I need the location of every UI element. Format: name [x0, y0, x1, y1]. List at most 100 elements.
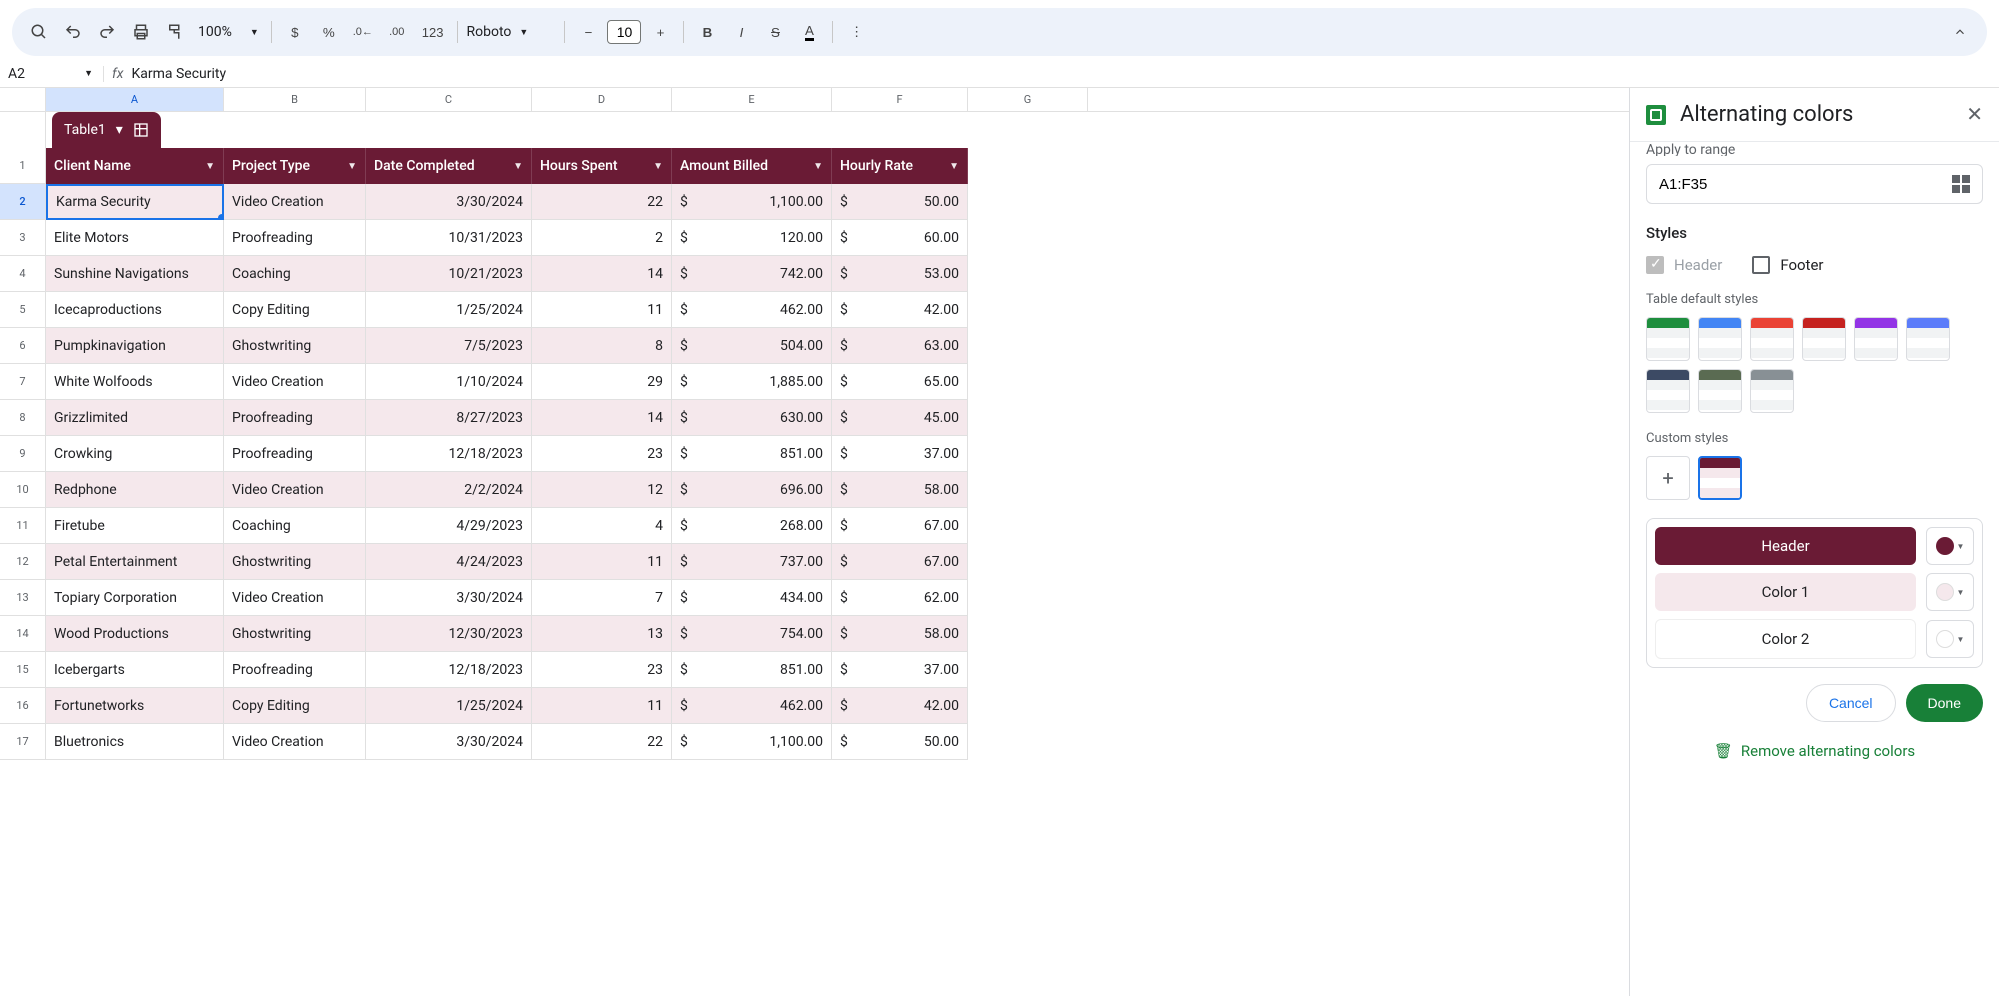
row-number[interactable]: 5	[0, 292, 46, 328]
cell[interactable]: $62.00	[832, 580, 968, 616]
custom-style-swatch[interactable]	[1698, 456, 1742, 500]
style-swatch[interactable]	[1854, 317, 1898, 361]
decrease-decimal-icon[interactable]: .0←	[348, 17, 378, 47]
cell[interactable]: Proofreading	[224, 400, 366, 436]
header-cell[interactable]: Date Completed▼	[366, 148, 532, 184]
cancel-button[interactable]: Cancel	[1806, 684, 1896, 722]
style-swatch[interactable]	[1698, 369, 1742, 413]
style-swatch[interactable]	[1646, 369, 1690, 413]
style-swatch[interactable]	[1802, 317, 1846, 361]
cell[interactable]: $742.00	[672, 256, 832, 292]
header-cell[interactable]: Amount Billed▼	[672, 148, 832, 184]
row-number[interactable]: 9	[0, 436, 46, 472]
cell[interactable]: $504.00	[672, 328, 832, 364]
range-input[interactable]	[1659, 176, 1952, 193]
cell[interactable]: $53.00	[832, 256, 968, 292]
cell[interactable]: $851.00	[672, 436, 832, 472]
cell[interactable]: 4	[532, 508, 672, 544]
cell[interactable]: 3/30/2024	[366, 724, 532, 760]
collapse-toolbar-icon[interactable]	[1945, 17, 1975, 47]
row-number[interactable]: 8	[0, 400, 46, 436]
cell[interactable]: 23	[532, 436, 672, 472]
row-number[interactable]: 4	[0, 256, 46, 292]
cell[interactable]: $67.00	[832, 544, 968, 580]
cell[interactable]: $462.00	[672, 292, 832, 328]
footer-checkbox[interactable]: Footer	[1752, 256, 1823, 274]
cell[interactable]: $58.00	[832, 616, 968, 652]
cell[interactable]: 3/30/2024	[366, 580, 532, 616]
zoom-select[interactable]: 100%▼	[194, 24, 263, 40]
font-size-input[interactable]	[607, 20, 641, 44]
cell[interactable]: $462.00	[672, 688, 832, 724]
row-number[interactable]: 16	[0, 688, 46, 724]
cell[interactable]: 10/31/2023	[366, 220, 532, 256]
cell[interactable]: 1/10/2024	[366, 364, 532, 400]
cell[interactable]: 7	[532, 580, 672, 616]
add-style-button[interactable]: +	[1646, 456, 1690, 500]
cell[interactable]: 13	[532, 616, 672, 652]
style-swatch[interactable]	[1906, 317, 1950, 361]
cell[interactable]: $45.00	[832, 400, 968, 436]
style-swatch[interactable]	[1646, 317, 1690, 361]
cell[interactable]: 22	[532, 184, 672, 220]
cell[interactable]: 14	[532, 400, 672, 436]
cell[interactable]: 8	[532, 328, 672, 364]
search-icon[interactable]	[24, 17, 54, 47]
cell[interactable]: 8/27/2023	[366, 400, 532, 436]
cell[interactable]: $50.00	[832, 724, 968, 760]
cell[interactable]: $754.00	[672, 616, 832, 652]
more-icon[interactable]: ⋮	[841, 17, 871, 47]
col-header-g[interactable]: G	[968, 88, 1088, 111]
header-checkbox[interactable]: Header	[1646, 256, 1722, 274]
font-select[interactable]: Roboto▼	[466, 24, 556, 40]
cell[interactable]: Wood Productions	[46, 616, 224, 652]
cell[interactable]: $851.00	[672, 652, 832, 688]
cell[interactable]: Icebergarts	[46, 652, 224, 688]
cell[interactable]: 12/18/2023	[366, 436, 532, 472]
cell[interactable]: 11	[532, 688, 672, 724]
style-swatch[interactable]	[1750, 369, 1794, 413]
cell[interactable]: 1/25/2024	[366, 688, 532, 724]
cell[interactable]: 4/29/2023	[366, 508, 532, 544]
cell[interactable]: $63.00	[832, 328, 968, 364]
currency-icon[interactable]: $	[280, 17, 310, 47]
table-chip[interactable]: Table1 ▾	[52, 112, 161, 148]
print-icon[interactable]	[126, 17, 156, 47]
cell[interactable]: 12/18/2023	[366, 652, 532, 688]
cell[interactable]: $42.00	[832, 688, 968, 724]
chevron-down-icon[interactable]: ▼	[347, 161, 357, 172]
redo-icon[interactable]	[92, 17, 122, 47]
text-color-icon[interactable]: A	[794, 17, 824, 47]
chevron-down-icon[interactable]: ▼	[513, 161, 523, 172]
cell[interactable]: Fortunetworks	[46, 688, 224, 724]
name-box[interactable]: A2▼	[8, 66, 104, 82]
cell[interactable]: Redphone	[46, 472, 224, 508]
corner-cell[interactable]	[0, 88, 46, 111]
chevron-down-icon[interactable]: ▼	[949, 161, 959, 172]
increase-decimal-icon[interactable]: .00	[382, 17, 412, 47]
header-cell[interactable]: Client Name▼	[46, 148, 224, 184]
cell[interactable]: 3/30/2024	[366, 184, 532, 220]
cell[interactable]: Bluetronics	[46, 724, 224, 760]
color1-picker[interactable]: ▼	[1926, 573, 1974, 611]
cell[interactable]: Karma Security	[46, 184, 224, 220]
cell[interactable]: $37.00	[832, 436, 968, 472]
spreadsheet-grid[interactable]: A B C D E F G Table1 ▾ 1 Client Name▼ Pr…	[0, 88, 1629, 996]
cell[interactable]: 2/2/2024	[366, 472, 532, 508]
italic-icon[interactable]: I	[726, 17, 756, 47]
cell[interactable]: 14	[532, 256, 672, 292]
cell[interactable]: 7/5/2023	[366, 328, 532, 364]
style-swatch[interactable]	[1698, 317, 1742, 361]
col-header-f[interactable]: F	[832, 88, 968, 111]
cell[interactable]: 1/25/2024	[366, 292, 532, 328]
cell[interactable]: Firetube	[46, 508, 224, 544]
cell[interactable]: $268.00	[672, 508, 832, 544]
cell[interactable]: $1,100.00	[672, 184, 832, 220]
row-number[interactable]: 11	[0, 508, 46, 544]
cell[interactable]: $696.00	[672, 472, 832, 508]
cell[interactable]: $1,885.00	[672, 364, 832, 400]
bold-icon[interactable]: B	[692, 17, 722, 47]
row-number[interactable]: 2	[0, 184, 46, 220]
formula-content[interactable]: Karma Security	[131, 66, 226, 82]
color2-picker[interactable]: ▼	[1926, 620, 1974, 658]
